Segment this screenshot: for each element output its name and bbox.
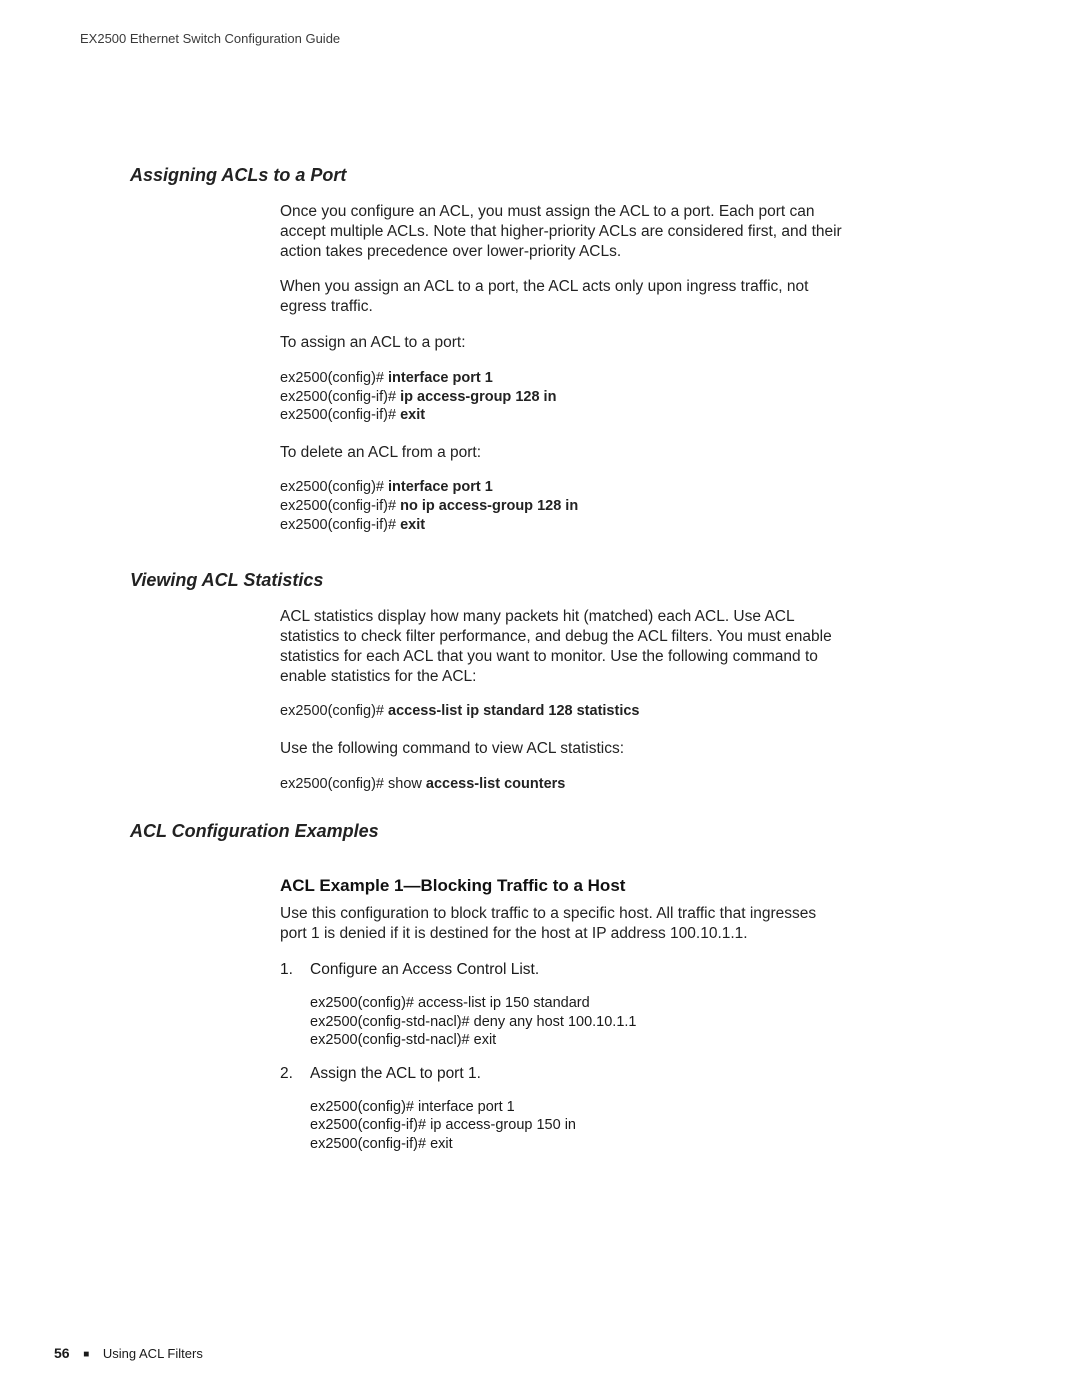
paragraph: Use this configuration to block traffic … (280, 904, 845, 944)
paragraph: To delete an ACL from a port: (280, 443, 845, 463)
command-block: ex2500(config)# access-list ip standard … (280, 702, 845, 721)
command-line: ex2500(config-if)# ip access-group 150 i… (310, 1116, 845, 1135)
command: access-list counters (426, 776, 565, 792)
prompt: ex2500(config)# (310, 995, 418, 1011)
prompt: ex2500(config)# (310, 1099, 418, 1115)
ip-address: 100.10.1.1. (670, 925, 748, 942)
section-heading-viewing: Viewing ACL Statistics (130, 570, 950, 591)
command: exit (430, 1136, 453, 1152)
section-examples: ACL Configuration Examples ACL Example 1… (130, 821, 950, 1153)
command-line: ex2500(config-std-nacl)# deny any host 1… (310, 1013, 845, 1032)
prompt: ex2500(config)# (280, 479, 388, 495)
command-block: ex2500(config)# access-list ip 150 stand… (310, 994, 845, 1050)
prompt: ex2500(config-std-nacl)# (310, 1014, 474, 1030)
command: deny any host 100.10.1.1 (474, 1014, 637, 1030)
command-line: ex2500(config-if)# no ip access-group 12… (280, 497, 845, 516)
command: access-list ip standard 128 statistics (388, 703, 639, 719)
page-number: 56 (54, 1345, 70, 1361)
running-header: EX2500 Ethernet Switch Configuration Gui… (80, 31, 340, 46)
section-body-viewing: ACL statistics display how many packets … (280, 607, 845, 793)
section-body-assigning: Once you configure an ACL, you must assi… (280, 202, 845, 534)
prompt: ex2500(config-if)# (280, 517, 400, 533)
command-line: ex2500(config-if)# ip access-group 128 i… (280, 388, 845, 407)
paragraph: ACL statistics display how many packets … (280, 607, 845, 686)
prompt: ex2500(config-if)# (280, 498, 400, 514)
command-line: ex2500(config-if)# exit (280, 516, 845, 535)
command: no ip access-group 128 in (400, 498, 578, 514)
footer-square-icon: ■ (83, 1349, 89, 1360)
prompt: ex2500(config)# show (280, 776, 426, 792)
command-line: ex2500(config)# interface port 1 (280, 478, 845, 497)
command: interface port 1 (388, 370, 493, 386)
step-number: 2. (280, 1065, 293, 1083)
section-viewing: Viewing ACL Statistics ACL statistics di… (130, 570, 950, 793)
page-footer: 56 ■ Using ACL Filters (54, 1345, 203, 1361)
prompt: ex2500(config-if)# (280, 389, 400, 405)
step-2: 2. Assign the ACL to port 1. ex2500(conf… (280, 1064, 845, 1154)
command: exit (400, 517, 425, 533)
command-line: ex2500(config)# interface port 1 (310, 1098, 845, 1117)
prompt: ex2500(config-if)# (310, 1117, 430, 1133)
step-1-text: Configure an Access Control List. (310, 960, 845, 980)
command: interface port 1 (418, 1099, 515, 1115)
command-line: ex2500(config)# interface port 1 (280, 369, 845, 388)
example-1: ACL Example 1—Blocking Traffic to a Host… (280, 876, 845, 1153)
command: ip access-group 128 in (400, 389, 556, 405)
command-line: ex2500(config-if)# exit (310, 1135, 845, 1154)
command: access-list ip 150 standard (418, 995, 590, 1011)
example-1-title: ACL Example 1—Blocking Traffic to a Host (280, 876, 845, 896)
command-line: ex2500(config-if)# exit (280, 406, 845, 425)
section-heading-assigning: Assigning ACLs to a Port (130, 165, 950, 186)
prompt: ex2500(config)# (280, 370, 388, 386)
command-line: ex2500(config)# access-list ip 150 stand… (310, 994, 845, 1013)
document-page: EX2500 Ethernet Switch Configuration Gui… (0, 0, 1080, 1397)
command-block: ex2500(config)# show access-list counter… (280, 775, 845, 794)
prompt: ex2500(config-if)# (280, 407, 400, 423)
command-block: ex2500(config)# interface port 1 ex2500(… (280, 369, 845, 425)
prompt: ex2500(config-if)# (310, 1136, 430, 1152)
command: exit (400, 407, 425, 423)
ordered-steps: 1. Configure an Access Control List. ex2… (280, 960, 845, 1154)
command-line: ex2500(config)# access-list ip standard … (280, 702, 845, 721)
paragraph: Once you configure an ACL, you must assi… (280, 202, 845, 261)
command-block: ex2500(config)# interface port 1 ex2500(… (310, 1098, 845, 1154)
step-2-text: Assign the ACL to port 1. (310, 1064, 845, 1084)
page-content: Assigning ACLs to a Port Once you config… (130, 165, 950, 1168)
paragraph: To assign an ACL to a port: (280, 333, 845, 353)
prompt: ex2500(config)# (280, 703, 388, 719)
command-line: ex2500(config)# show access-list counter… (280, 775, 845, 794)
prompt: ex2500(config-std-nacl)# (310, 1032, 474, 1048)
section-heading-examples: ACL Configuration Examples (130, 821, 950, 842)
paragraph: Use the following command to view ACL st… (280, 739, 845, 759)
command: ip access-group 150 in (430, 1117, 576, 1133)
command-line: ex2500(config-std-nacl)# exit (310, 1031, 845, 1050)
command: exit (474, 1032, 497, 1048)
command: interface port 1 (388, 479, 493, 495)
command-block: ex2500(config)# interface port 1 ex2500(… (280, 478, 845, 534)
paragraph: When you assign an ACL to a port, the AC… (280, 277, 845, 317)
footer-section-title: Using ACL Filters (103, 1346, 203, 1361)
step-1: 1. Configure an Access Control List. ex2… (280, 960, 845, 1050)
step-number: 1. (280, 961, 293, 979)
